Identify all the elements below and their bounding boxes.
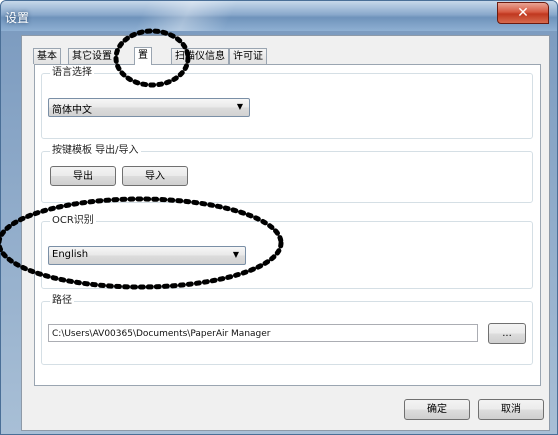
ocr-selected-value: English bbox=[52, 249, 89, 260]
tab-license[interactable]: 许可证 bbox=[229, 48, 267, 64]
chevron-down-icon: ▼ bbox=[236, 102, 243, 111]
close-button[interactable]: ✕ bbox=[497, 2, 549, 24]
path-group-title: 路径 bbox=[50, 295, 74, 307]
language-group: 语言选择 简体中文 ▼ bbox=[41, 67, 533, 139]
tab-location-settings[interactable]: 置 bbox=[134, 47, 152, 65]
chevron-down-icon: ▼ bbox=[232, 250, 239, 259]
window-title: 设置 bbox=[5, 11, 30, 25]
ocr-language-dropdown[interactable]: English ▼ bbox=[48, 246, 246, 265]
tab-scanner-info[interactable]: 扫描仪信息 bbox=[171, 48, 229, 64]
title-bar[interactable]: 设置 ✕ bbox=[1, 1, 557, 31]
ocr-group-title: OCR识别 bbox=[50, 215, 96, 227]
path-field[interactable]: C:\Users\AV00365\Documents\PaperAir Mana… bbox=[48, 324, 478, 342]
language-selected-value: 简体中文 bbox=[52, 105, 92, 116]
tab-basic[interactable]: 基本 bbox=[33, 48, 61, 64]
tab-other-settings[interactable]: 其它设置 bbox=[68, 48, 116, 64]
tab-panel: 语言选择 简体中文 ▼ 按键模板 导出/导入 导出 导入 OCR识别 Engli… bbox=[34, 64, 541, 386]
export-button[interactable]: 导出 bbox=[50, 166, 116, 186]
ok-button[interactable]: 确定 bbox=[404, 399, 470, 420]
language-group-title: 语言选择 bbox=[50, 67, 94, 79]
cancel-button[interactable]: 取消 bbox=[478, 399, 544, 420]
import-button[interactable]: 导入 bbox=[122, 166, 188, 186]
close-icon: ✕ bbox=[517, 5, 529, 21]
button-template-group: 按键模板 导出/导入 导出 导入 bbox=[41, 145, 533, 203]
language-dropdown[interactable]: 简体中文 ▼ bbox=[48, 98, 250, 117]
button-template-group-title: 按键模板 导出/导入 bbox=[50, 145, 141, 157]
title-bar-glare bbox=[134, 1, 238, 31]
ocr-group: OCR识别 English ▼ bbox=[41, 215, 533, 289]
path-group: 路径 C:\Users\AV00365\Documents\PaperAir M… bbox=[41, 295, 533, 365]
browse-button[interactable]: ... bbox=[488, 323, 526, 344]
